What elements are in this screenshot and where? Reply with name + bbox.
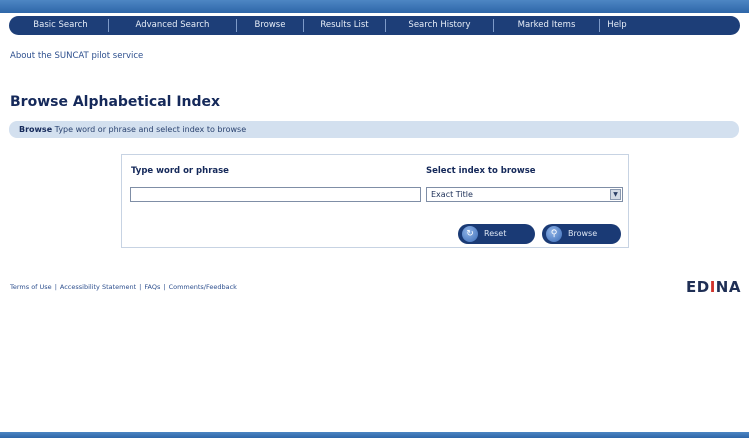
index-label: Select index to browse — [426, 166, 536, 176]
browse-button-label: Browse — [568, 229, 598, 238]
word-label: Type word or phrase — [131, 166, 229, 176]
search-icon: ⚲ — [546, 226, 562, 242]
footer-link-terms-of-use[interactable]: Terms of Use — [10, 283, 52, 291]
about-link[interactable]: About the SUNCAT pilot service — [10, 51, 143, 61]
reset-button-label: Reset — [484, 229, 507, 238]
footer-link-comments-feedback[interactable]: Comments/Feedback — [169, 283, 237, 291]
footer-link-accessibility-statement[interactable]: Accessibility Statement — [60, 283, 136, 291]
nav-item-basic-search[interactable]: Basic Search — [13, 19, 109, 32]
footer-link-faqs[interactable]: FAQs — [144, 283, 160, 291]
main-navbar: Basic Search Advanced Search Browse Results… — [9, 16, 740, 35]
reset-button[interactable]: ↻ Reset — [458, 224, 535, 244]
page-title: Browse Alphabetical Index — [10, 94, 221, 110]
logo-text-end: NA — [715, 278, 741, 296]
chevron-down-icon[interactable]: ▼ — [610, 189, 621, 200]
index-select[interactable]: Exact Title ▼ — [426, 187, 623, 202]
logo-text-start: ED — [686, 278, 710, 296]
footer-links: Terms of Use | Accessibility Statement | FAQ… — [10, 283, 237, 291]
info-bar: Browse Type word or phrase and select in… — [9, 121, 739, 138]
top-band — [0, 0, 749, 13]
nav-item-marked-items[interactable]: Marked Items — [494, 19, 600, 32]
nav-item-advanced-search[interactable]: Advanced Search — [109, 19, 237, 32]
footer-separator: | — [163, 283, 166, 291]
nav-item-help[interactable]: Help — [600, 19, 634, 32]
index-select-value: Exact Title — [431, 190, 473, 199]
reset-icon: ↻ — [462, 226, 478, 242]
footer-separator: | — [54, 283, 57, 291]
info-bar-text: Type word or phrase and select index to … — [54, 125, 247, 134]
nav-item-results-list[interactable]: Results List — [304, 19, 386, 32]
browse-button[interactable]: ⚲ Browse — [542, 224, 621, 244]
info-bar-label: Browse — [19, 125, 53, 134]
browse-form: Type word or phrase Select index to brow… — [121, 154, 629, 248]
bottom-band — [0, 432, 749, 438]
nav-item-browse[interactable]: Browse — [237, 19, 304, 32]
nav-item-search-history[interactable]: Search History — [386, 19, 494, 32]
edina-logo[interactable]: EDINA — [686, 278, 741, 296]
word-input[interactable] — [130, 187, 421, 202]
